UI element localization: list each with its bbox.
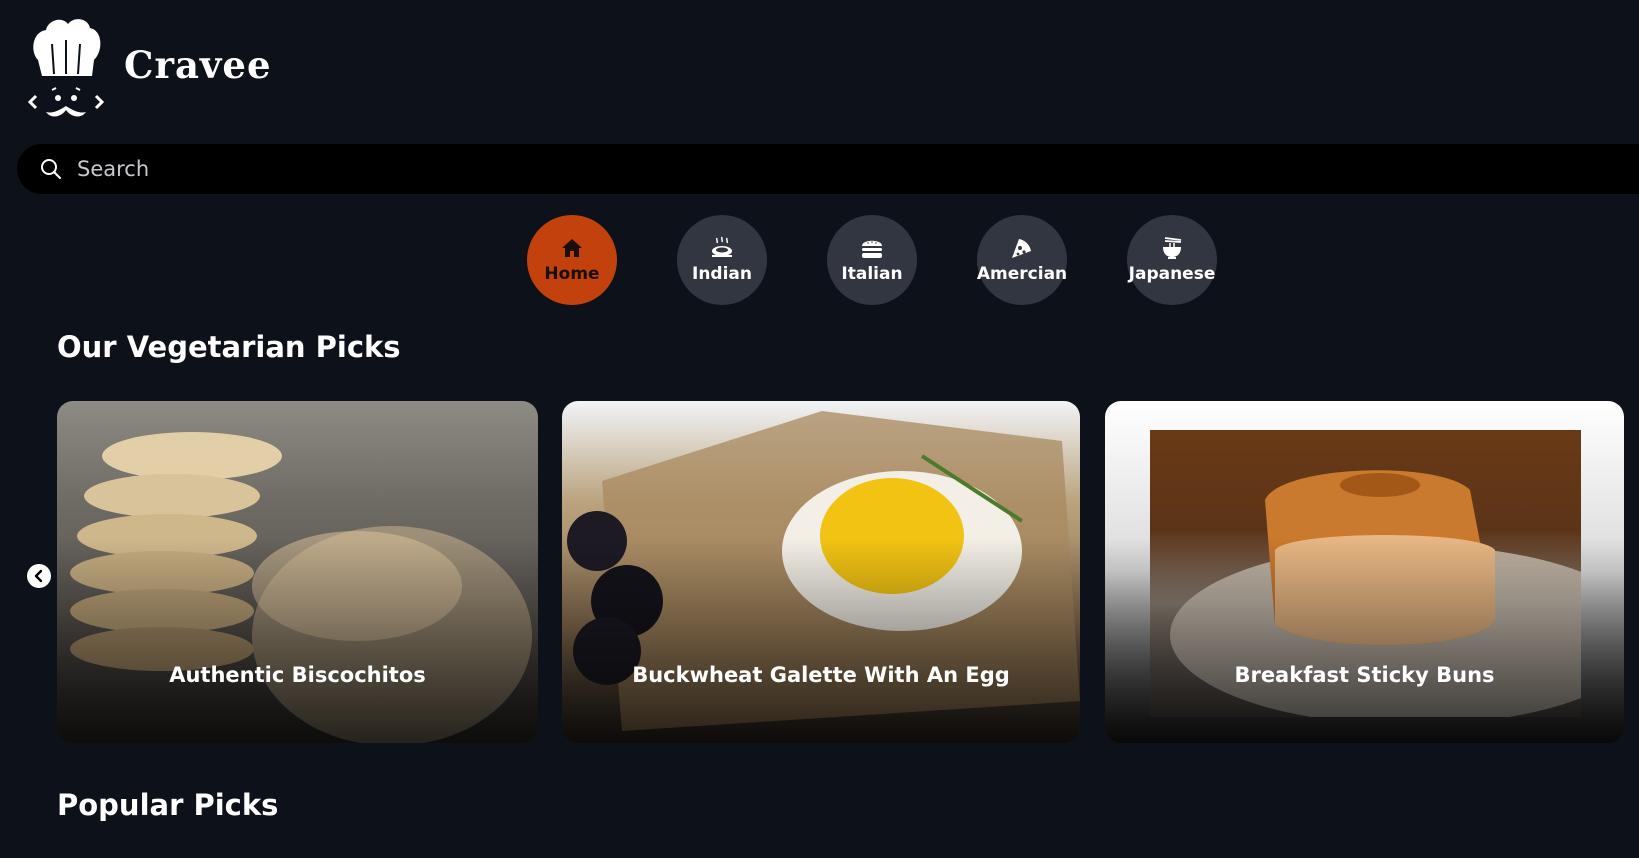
noodle-bowl-icon: [1163, 237, 1182, 259]
category-nav: Home Indian Italian Amercian Japanese: [527, 215, 1217, 305]
category-label: Italian: [841, 264, 903, 284]
recipe-card[interactable]: Breakfast Sticky Buns: [1105, 401, 1624, 743]
search-icon: [41, 159, 61, 179]
card-overlay: [1105, 537, 1624, 743]
recipe-card[interactable]: Authentic Biscochitos: [57, 401, 538, 743]
logo[interactable]: Cravee: [28, 16, 272, 120]
recipe-card-title: Buckwheat Galette With An Egg: [632, 663, 1010, 687]
category-indian-button[interactable]: Indian: [677, 215, 767, 305]
category-label: Japanese: [1128, 264, 1216, 284]
card-overlay: [562, 537, 1080, 743]
carousel-prev-button[interactable]: [27, 564, 51, 588]
home-icon: [562, 239, 582, 257]
card-overlay: [57, 537, 538, 743]
category-japanese-button[interactable]: Japanese: [1127, 215, 1217, 305]
category-american-button[interactable]: Amercian: [977, 215, 1067, 305]
category-label: Indian: [692, 264, 752, 284]
burger-icon: [862, 240, 882, 258]
pizza-slice-icon: [1012, 239, 1031, 258]
category-italian-button[interactable]: Italian: [827, 215, 917, 305]
search-input[interactable]: [75, 148, 1639, 190]
recipe-card-title: Authentic Biscochitos: [169, 663, 426, 687]
indian-dish-icon: [712, 236, 732, 257]
chevron-left-icon: [34, 569, 43, 583]
vegetarian-carousel: Authentic Biscochitos Buckwheat Galette …: [0, 401, 1639, 743]
page: Cravee Home Indian: [0, 0, 1639, 858]
section-title-vegetarian: Our Vegetarian Picks: [57, 330, 401, 364]
category-home-button[interactable]: Home: [527, 215, 617, 305]
recipe-card-title: Breakfast Sticky Buns: [1234, 663, 1495, 687]
chef-hat-logo-icon: [28, 19, 104, 117]
search-bar[interactable]: [17, 144, 1639, 194]
section-title-popular: Popular Picks: [57, 788, 279, 822]
category-label: Home: [544, 264, 600, 284]
category-label: Amercian: [976, 264, 1068, 284]
brand-name: Cravee: [124, 43, 272, 87]
recipe-card[interactable]: Buckwheat Galette With An Egg: [562, 401, 1080, 743]
